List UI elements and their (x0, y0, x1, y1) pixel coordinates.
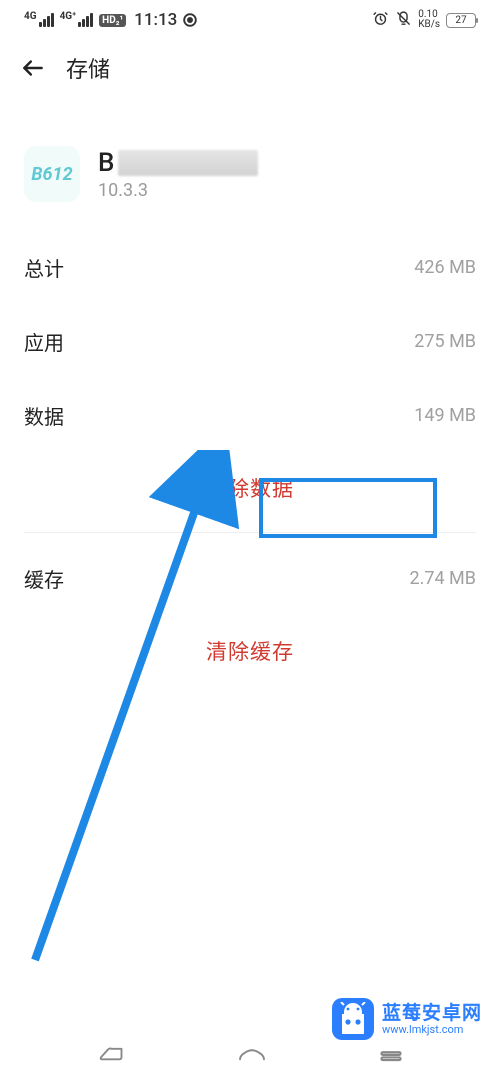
nav-back-icon[interactable] (96, 1044, 126, 1068)
status-left: 4G 4G⁺ HD₂¹ 11:13 (24, 10, 199, 30)
header: 存储 (0, 40, 500, 96)
watermark-url: www.lmkjst.com (382, 1024, 482, 1037)
row-cache: 缓存 2.74 MB (24, 541, 476, 615)
clear-data-button[interactable]: 清除数据 (24, 452, 476, 524)
action-label: 清除缓存 (206, 636, 294, 666)
network-speed: 0.10 KB/s (418, 10, 440, 30)
page-title: 存储 (66, 52, 110, 84)
watermark: 蓝莓安卓网 www.lmkjst.com (332, 998, 482, 1040)
row-label: 应用 (24, 327, 64, 356)
app-info: B612 B 10.3.3 (0, 96, 500, 230)
nav-home-icon[interactable] (237, 1044, 267, 1068)
mute-icon (395, 10, 412, 31)
clear-cache-button[interactable]: 清除缓存 (24, 615, 476, 687)
hd-badge: HD₂¹ (99, 14, 126, 27)
action-label: 清除数据 (206, 473, 294, 503)
status-right: 0.10 KB/s 27 (372, 10, 476, 31)
row-value: 275 MB (414, 331, 476, 352)
row-label: 总计 (24, 253, 64, 282)
row-value: 149 MB (414, 405, 476, 426)
back-button[interactable] (20, 55, 46, 81)
clock-time: 11:13 (134, 10, 177, 30)
signal-1-icon: 4G (24, 13, 54, 27)
row-label: 缓存 (24, 564, 64, 593)
row-total: 总计 426 MB (24, 230, 476, 304)
status-bar: 4G 4G⁺ HD₂¹ 11:13 0.10 KB/s (0, 0, 500, 40)
signal-2-icon: 4G⁺ (60, 13, 94, 27)
app-version: 10.3.3 (98, 180, 258, 201)
censored-name (118, 150, 258, 176)
watermark-logo-icon (332, 998, 374, 1040)
storage-list: 总计 426 MB 应用 275 MB 数据 149 MB 清除数据 缓存 2.… (0, 230, 500, 687)
row-value: 426 MB (414, 257, 476, 278)
nav-recent-icon[interactable] (378, 1044, 404, 1068)
row-label: 数据 (24, 401, 64, 430)
row-data: 数据 149 MB (24, 378, 476, 452)
app-name: B (98, 148, 258, 178)
row-value: 2.74 MB (410, 568, 477, 589)
divider (24, 532, 476, 533)
alarm-icon (372, 10, 389, 31)
battery-icon: 27 (446, 13, 476, 28)
row-app: 应用 275 MB (24, 304, 476, 378)
watermark-cn: 蓝莓安卓网 (382, 1002, 482, 1024)
app-icon: B612 (24, 146, 80, 202)
browser-icon (181, 11, 199, 29)
